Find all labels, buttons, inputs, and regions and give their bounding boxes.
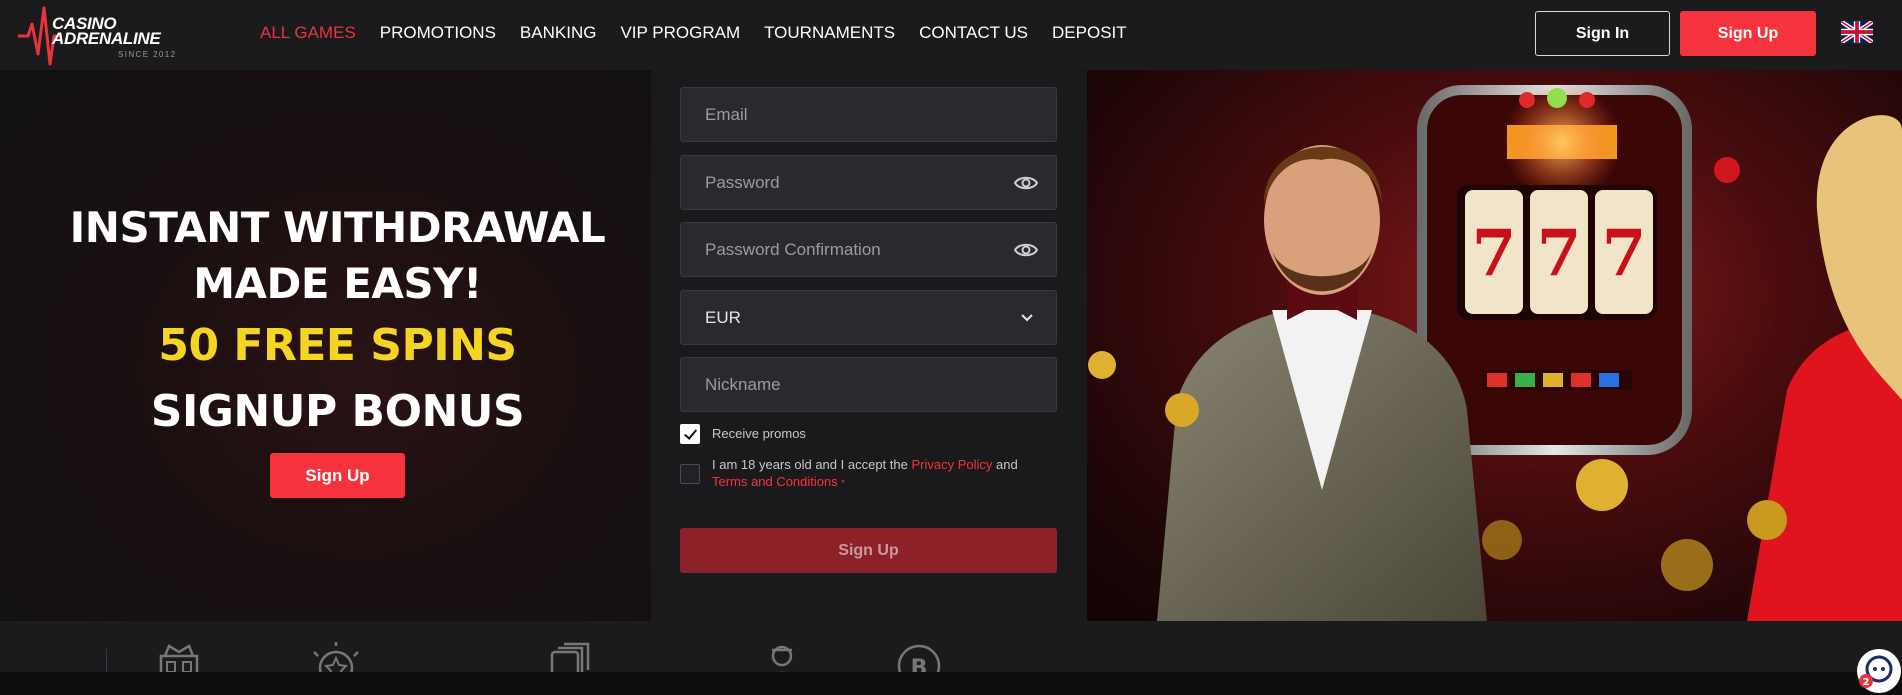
- promo-highlight: 50 FREE SPINS: [158, 320, 517, 371]
- svg-text:7: 7: [1602, 216, 1647, 291]
- bottom-strip: [0, 672, 1902, 695]
- currency-select[interactable]: EUR: [680, 290, 1057, 345]
- chevron-down-icon: [1021, 314, 1033, 322]
- signup-form: Email Password Password Confirmation EUR…: [651, 70, 1087, 621]
- header: CASINO ADRENALINE SINCE 2012 ALL GAMES P…: [0, 0, 1902, 70]
- password-placeholder: Password: [705, 172, 780, 192]
- receive-promos-checkbox[interactable]: [680, 424, 700, 444]
- logo-line2: ADRENALINE: [52, 29, 161, 48]
- promo-banner: INSTANT WITHDRAWAL MADE EASY! 50 FREE SP…: [0, 70, 651, 621]
- password-confirmation-field[interactable]: Password Confirmation: [680, 222, 1057, 277]
- nav-banking[interactable]: BANKING: [508, 0, 609, 66]
- nickname-placeholder: Nickname: [705, 374, 781, 394]
- promo-line1: INSTANT WITHDRAWAL: [69, 203, 606, 252]
- chat-support-icon[interactable]: 2: [1853, 645, 1901, 695]
- page: CASINO ADRENALINE SINCE 2012 ALL GAMES P…: [0, 0, 1902, 695]
- receive-promos-row: Receive promos: [680, 424, 806, 444]
- email-field[interactable]: Email: [680, 87, 1057, 142]
- sign-up-header-button[interactable]: Sign Up: [1680, 11, 1816, 56]
- email-placeholder: Email: [705, 104, 748, 124]
- terms-link[interactable]: Terms and Conditions: [712, 474, 838, 489]
- promo-sign-up-button[interactable]: Sign Up: [270, 453, 405, 498]
- eye-icon[interactable]: [1014, 240, 1038, 260]
- logo[interactable]: CASINO ADRENALINE SINCE 2012: [18, 2, 188, 68]
- currency-value: EUR: [705, 307, 741, 327]
- svg-text:7: 7: [1472, 216, 1517, 291]
- age-terms-text: I am 18 years old and I accept the Priva…: [712, 456, 1040, 492]
- promo-line2: MADE EASY!: [193, 259, 482, 308]
- age-terms-row: I am 18 years old and I accept the Priva…: [680, 456, 1040, 492]
- logo-since: SINCE 2012: [118, 50, 177, 59]
- uk-flag-icon[interactable]: [1841, 21, 1873, 43]
- age-text: I am 18 years old and I accept the: [712, 457, 908, 472]
- chat-badge: 2: [1863, 677, 1870, 688]
- age-terms-checkbox[interactable]: [680, 464, 700, 484]
- form-sign-up-button[interactable]: Sign Up: [680, 528, 1057, 573]
- nav-deposit[interactable]: DEPOSIT: [1040, 0, 1139, 66]
- promo-text: INSTANT WITHDRAWAL MADE EASY! 50 FREE SP…: [0, 200, 675, 444]
- nav-vip-program[interactable]: VIP PROGRAM: [608, 0, 752, 66]
- sign-in-button[interactable]: Sign In: [1535, 11, 1670, 56]
- nav-promotions[interactable]: PROMOTIONS: [368, 0, 508, 66]
- svg-text:7: 7: [1537, 216, 1582, 291]
- required-mark: *: [841, 478, 845, 488]
- password-field[interactable]: Password: [680, 155, 1057, 210]
- promo-line3: SIGNUP BONUS: [150, 386, 525, 437]
- nav-contact-us[interactable]: CONTACT US: [907, 0, 1040, 66]
- casino-hero-illustration: 7 7 7: [1088, 82, 1902, 621]
- nav-all-games[interactable]: ALL GAMES: [248, 0, 368, 66]
- privacy-policy-link[interactable]: Privacy Policy: [911, 457, 992, 472]
- nav-tournaments[interactable]: TOURNAMENTS: [752, 0, 907, 66]
- nickname-field[interactable]: Nickname: [680, 357, 1057, 412]
- password-confirmation-placeholder: Password Confirmation: [705, 239, 881, 259]
- main-nav: ALL GAMES PROMOTIONS BANKING VIP PROGRAM…: [248, 0, 1139, 66]
- receive-promos-label: Receive promos: [712, 426, 806, 441]
- eye-icon[interactable]: [1014, 173, 1038, 193]
- hero-image: 7 7 7: [1087, 70, 1902, 621]
- and-text: and: [996, 457, 1018, 472]
